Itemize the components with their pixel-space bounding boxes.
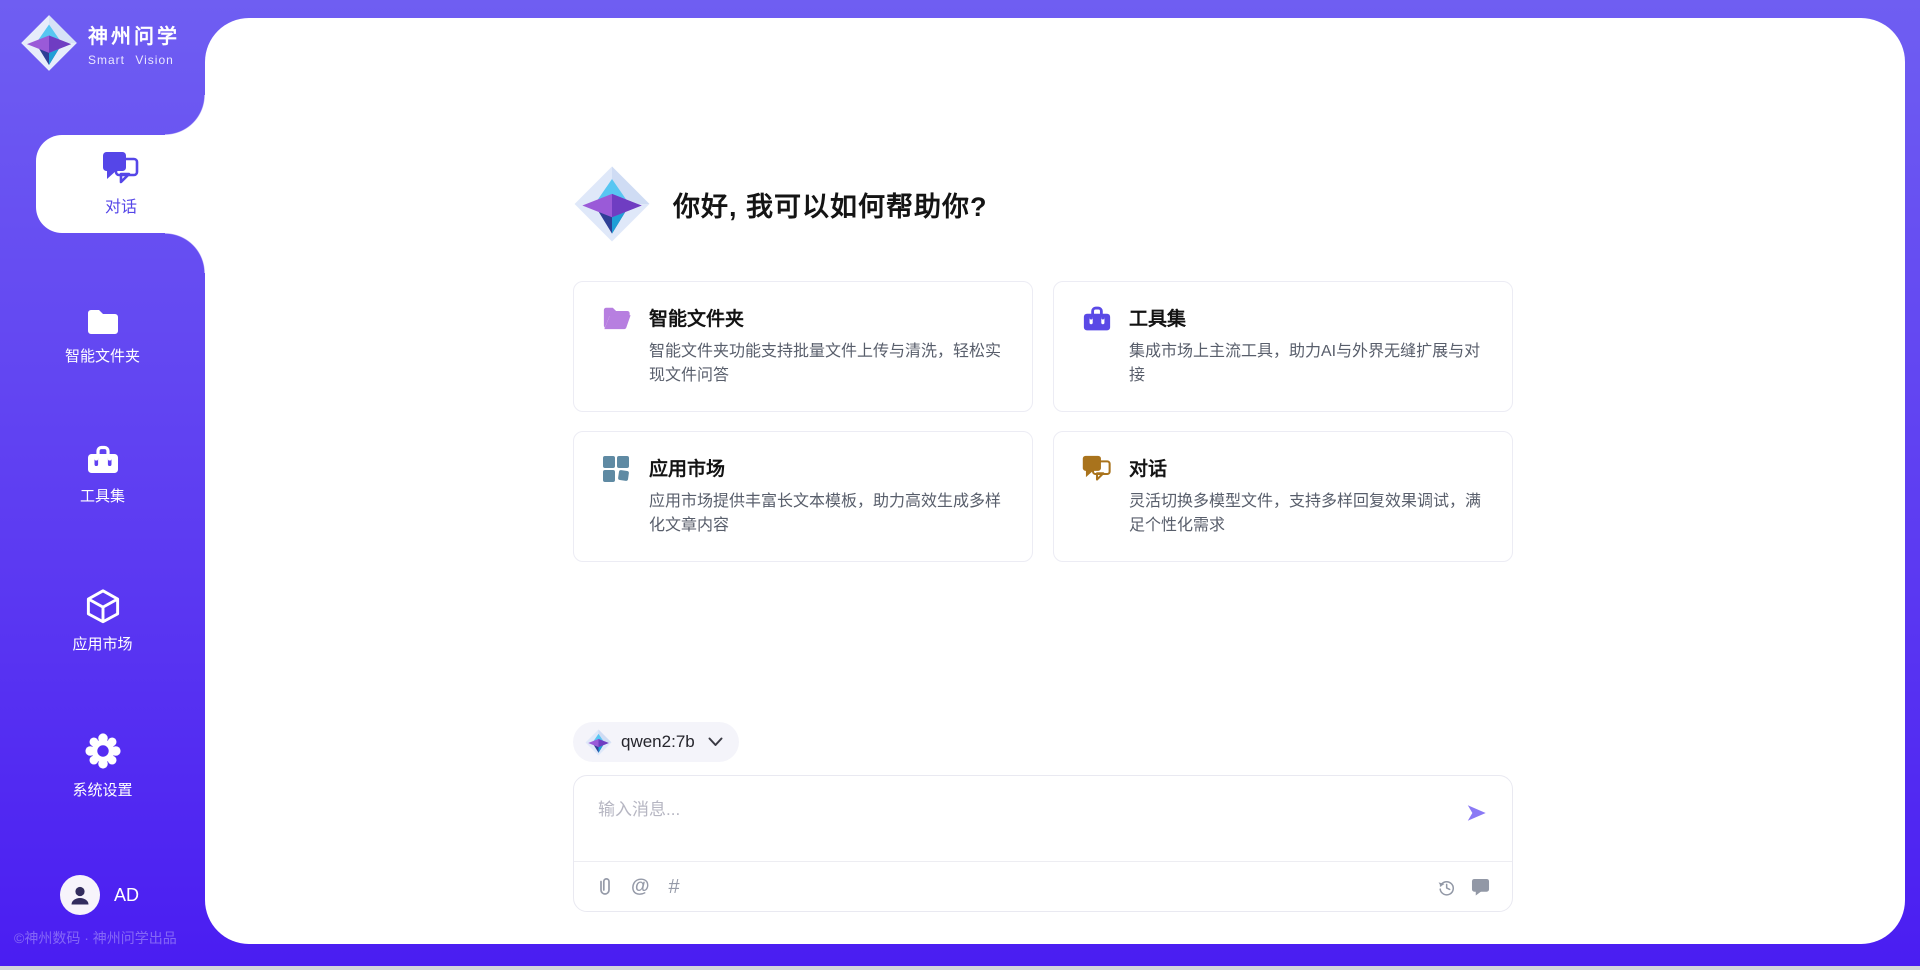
- briefcase-icon: [1082, 304, 1114, 411]
- brand-text: 神州问学 Smart Vision: [88, 20, 180, 67]
- brand-name: 神州问学: [88, 20, 180, 49]
- chevron-down-icon: [708, 737, 723, 747]
- tab-notch-bottom: [165, 233, 206, 273]
- message-composer: @ #: [573, 775, 1513, 912]
- grid-icon: [602, 454, 634, 561]
- history-button[interactable]: [1437, 878, 1456, 897]
- card-description: 灵活切换多模型文件，支持多样回复效果调试，满足个性化需求: [1129, 490, 1486, 538]
- send-icon: [1465, 802, 1488, 824]
- sidebar-item-label: 系统设置: [72, 779, 132, 800]
- sidebar-item-label: 智能文件夹: [65, 345, 140, 366]
- main-content: 你好, 我可以如何帮助你? 智能文件夹 智能文件夹功能支持批量文件上传与清洗，轻…: [573, 165, 1513, 912]
- person-icon: [68, 883, 92, 907]
- sidebar-item-app-market[interactable]: 应用市场: [0, 588, 205, 654]
- model-selector[interactable]: qwen2:7b: [573, 722, 739, 762]
- chat-bubbles-icon: [102, 151, 140, 185]
- brand-subtitle: Smart Vision: [88, 53, 180, 67]
- card-description: 智能文件夹功能支持批量文件上传与清洗，轻松实现文件问答: [649, 340, 1006, 388]
- card-title: 工具集: [1129, 304, 1486, 331]
- folder-icon: [85, 306, 121, 336]
- cube-icon: [84, 588, 122, 624]
- card-toolset[interactable]: 工具集 集成市场上主流工具，助力AI与外界无缝扩展与对接: [1053, 281, 1513, 412]
- avatar: [60, 875, 100, 915]
- card-description: 集成市场上主流工具，助力AI与外界无缝扩展与对接: [1129, 340, 1486, 388]
- tab-notch-top: [165, 95, 206, 135]
- history-icon: [1437, 878, 1456, 897]
- composer-tools-left: @ #: [598, 876, 680, 899]
- card-body: 对话 灵活切换多模型文件，支持多样回复效果调试，满足个性化需求: [1129, 454, 1486, 561]
- assistant-logo-icon: [573, 165, 651, 243]
- feature-cards: 智能文件夹 智能文件夹功能支持批量文件上传与清洗，轻松实现文件问答: [573, 281, 1513, 562]
- card-chat[interactable]: 对话 灵活切换多模型文件，支持多样回复效果调试，满足个性化需求: [1053, 431, 1513, 562]
- main-panel: 你好, 我可以如何帮助你? 智能文件夹 智能文件夹功能支持批量文件上传与清洗，轻…: [205, 18, 1905, 944]
- model-selector-row: qwen2:7b: [573, 722, 1513, 762]
- card-body: 智能文件夹 智能文件夹功能支持批量文件上传与清洗，轻松实现文件问答: [649, 304, 1006, 411]
- model-name: qwen2:7b: [621, 732, 695, 752]
- composer-toolbar: @ #: [598, 862, 1490, 912]
- message-input[interactable]: [574, 776, 1434, 856]
- app-window: 神州问学 Smart Vision 对话 智能文件夹: [0, 0, 1920, 966]
- sidebar-item-label: 对话: [105, 193, 137, 217]
- sidebar-item-chat[interactable]: 对话: [36, 135, 206, 233]
- folder-open-icon: [602, 304, 634, 411]
- user-profile[interactable]: AD: [60, 875, 139, 915]
- sidebar-item-toolset[interactable]: 工具集: [0, 444, 205, 506]
- topic-button[interactable]: #: [669, 876, 680, 899]
- model-logo-icon: [585, 729, 612, 756]
- card-title: 对话: [1129, 454, 1486, 481]
- composer-tools-right: [1437, 878, 1490, 897]
- card-smart-folder[interactable]: 智能文件夹 智能文件夹功能支持批量文件上传与清洗，轻松实现文件问答: [573, 281, 1033, 412]
- bottom-scrollbar-track[interactable]: [0, 966, 1920, 970]
- brand: 神州问学 Smart Vision: [20, 14, 180, 72]
- gear-icon: [84, 732, 122, 770]
- card-description: 应用市场提供丰富长文本模板，助力高效生成多样化文章内容: [649, 490, 1006, 538]
- sidebar-item-label: 应用市场: [72, 633, 132, 654]
- copyright-footer: ©神州数码 · 神州问学出品: [14, 928, 177, 948]
- chat-mode-button[interactable]: [1471, 878, 1490, 896]
- sidebar: 神州问学 Smart Vision 对话 智能文件夹: [0, 0, 205, 966]
- sidebar-item-smart-folder[interactable]: 智能文件夹: [0, 306, 205, 366]
- card-title: 应用市场: [649, 454, 1006, 481]
- card-app-market[interactable]: 应用市场 应用市场提供丰富长文本模板，助力高效生成多样化文章内容: [573, 431, 1033, 562]
- chat-bubble-icon: [1471, 878, 1490, 896]
- mention-button[interactable]: @: [631, 876, 650, 898]
- paperclip-icon: [598, 877, 612, 897]
- greeting-title: 你好, 我可以如何帮助你?: [673, 185, 988, 224]
- user-initials: AD: [114, 885, 139, 906]
- attach-file-button[interactable]: [598, 877, 612, 897]
- brand-logo-icon: [20, 14, 78, 72]
- sidebar-item-settings[interactable]: 系统设置: [0, 732, 205, 800]
- send-button[interactable]: [1465, 802, 1488, 824]
- card-title: 智能文件夹: [649, 304, 1006, 331]
- card-body: 应用市场 应用市场提供丰富长文本模板，助力高效生成多样化文章内容: [649, 454, 1006, 561]
- briefcase-icon: [85, 444, 121, 476]
- sidebar-item-label: 工具集: [80, 485, 125, 506]
- chat-bubbles-icon: [1082, 454, 1114, 561]
- greeting: 你好, 我可以如何帮助你?: [573, 165, 1513, 243]
- card-body: 工具集 集成市场上主流工具，助力AI与外界无缝扩展与对接: [1129, 304, 1486, 411]
